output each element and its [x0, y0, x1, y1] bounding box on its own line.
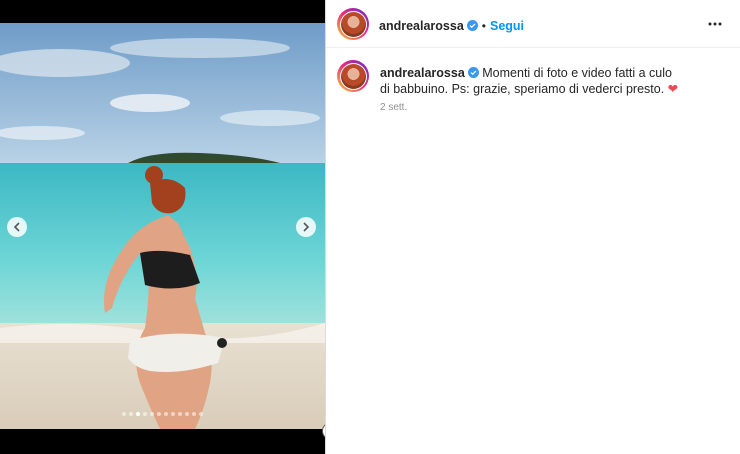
- carousel-dot: [122, 412, 126, 416]
- caption-text: andrealarossa Momenti di foto e video fa…: [380, 65, 685, 97]
- separator: •: [481, 19, 486, 33]
- carousel-dot: [136, 412, 140, 416]
- carousel-dot: [143, 412, 147, 416]
- carousel-dot: [164, 412, 168, 416]
- verified-badge-icon: [466, 20, 478, 31]
- verified-badge-icon: [467, 67, 479, 78]
- header-user: andrealarossa • Segui: [379, 17, 524, 35]
- avatar-image: [340, 11, 366, 37]
- chevron-left-icon: [13, 222, 20, 232]
- post-header: andrealarossa • Segui: [326, 0, 740, 48]
- carousel-dot: [157, 412, 161, 416]
- carousel-dot: [192, 412, 196, 416]
- more-horizontal-icon[interactable]: [707, 16, 723, 32]
- post-sidebar: andrealarossa • Segui andrealarossa Moment…: [325, 0, 740, 454]
- heart-emoji: ❤: [667, 82, 679, 96]
- media-panel: [0, 0, 325, 454]
- follow-button[interactable]: Segui: [490, 19, 524, 33]
- avatar[interactable]: [337, 8, 369, 40]
- carousel-dot: [150, 412, 154, 416]
- carousel-dot: [171, 412, 175, 416]
- carousel-dot: [129, 412, 133, 416]
- chevron-right-icon: [303, 222, 310, 232]
- post-timestamp[interactable]: 2 sett.: [380, 102, 407, 113]
- previous-slide-button[interactable]: [7, 217, 27, 237]
- carousel-dot: [185, 412, 189, 416]
- carousel-dot: [178, 412, 182, 416]
- carousel-indicator: [122, 412, 203, 416]
- caption-username[interactable]: andrealarossa: [380, 66, 465, 80]
- post-photo[interactable]: [0, 23, 325, 429]
- carousel-dot: [199, 412, 203, 416]
- avatar-image: [340, 63, 366, 89]
- next-slide-button[interactable]: [296, 217, 316, 237]
- caption-avatar[interactable]: [337, 60, 369, 92]
- username-link[interactable]: andrealarossa: [379, 19, 464, 33]
